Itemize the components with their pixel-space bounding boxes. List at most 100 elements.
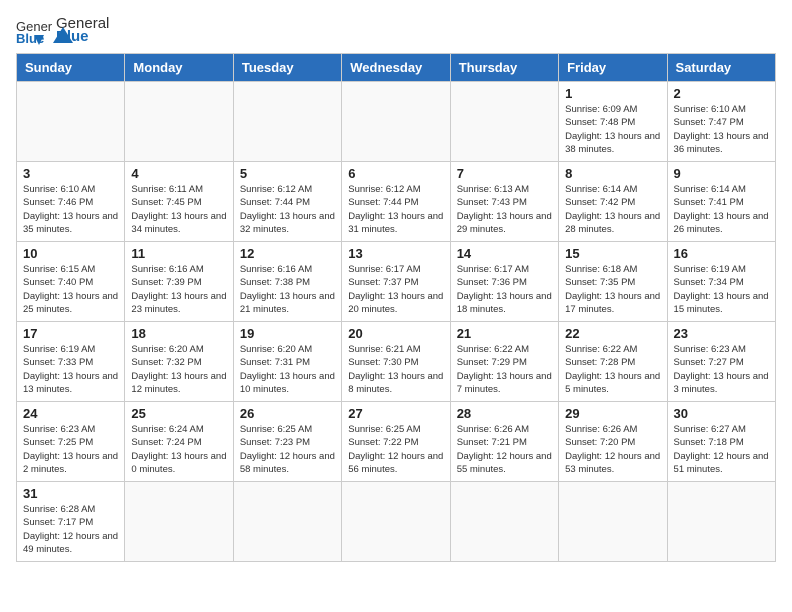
calendar-cell: 6Sunrise: 6:12 AM Sunset: 7:44 PM Daylig… xyxy=(342,162,450,242)
calendar-cell: 2 Sunrise: 6:10 AM Sunset: 7:47 PM Daylig… xyxy=(667,82,775,162)
day-info: Sunrise: 6:12 AM Sunset: 7:44 PM Dayligh… xyxy=(240,183,335,236)
calendar-cell: 28Sunrise: 6:26 AM Sunset: 7:21 PM Dayli… xyxy=(450,402,558,482)
week-row-2: 10Sunrise: 6:15 AM Sunset: 7:40 PM Dayli… xyxy=(17,242,776,322)
calendar-cell: 15Sunrise: 6:18 AM Sunset: 7:35 PM Dayli… xyxy=(559,242,667,322)
day-number: 31 xyxy=(23,486,118,501)
day-number: 25 xyxy=(131,406,226,421)
logo-icon: General Blue xyxy=(16,17,52,45)
calendar-cell: 4Sunrise: 6:11 AM Sunset: 7:45 PM Daylig… xyxy=(125,162,233,242)
calendar-cell: 20 Sunrise: 6:21 AM Sunset: 7:30 PM Dayli… xyxy=(342,322,450,402)
day-info: Sunrise: 6:23 AM Sunset: 7:27 PM Dayligh… xyxy=(674,343,769,396)
logo-triangle xyxy=(53,25,73,45)
calendar-cell: 31Sunrise: 6:28 AM Sunset: 7:17 PM Dayli… xyxy=(17,482,125,562)
day-info: Sunrise: 6:15 AM Sunset: 7:40 PM Dayligh… xyxy=(23,263,118,316)
day-info: Sunrise: 6:22 AM Sunset: 7:28 PM Dayligh… xyxy=(565,343,660,396)
calendar-cell: 25Sunrise: 6:24 AM Sunset: 7:24 PM Dayli… xyxy=(125,402,233,482)
day-info: Sunrise: 6:19 AM Sunset: 7:34 PM Dayligh… xyxy=(674,263,769,316)
day-info: Sunrise: 6:14 AM Sunset: 7:41 PM Dayligh… xyxy=(674,183,769,236)
calendar-cell: 26Sunrise: 6:25 AM Sunset: 7:23 PM Dayli… xyxy=(233,402,341,482)
day-number: 5 xyxy=(240,166,335,181)
calendar-cell xyxy=(233,482,341,562)
day-number: 16 xyxy=(674,246,769,261)
calendar-cell: 17Sunrise: 6:19 AM Sunset: 7:33 PM Dayli… xyxy=(17,322,125,402)
day-number: 9 xyxy=(674,166,769,181)
day-info: Sunrise: 6:20 AM Sunset: 7:32 PM Dayligh… xyxy=(131,343,226,396)
day-number: 29 xyxy=(565,406,660,421)
calendar-cell: 12 Sunrise: 6:16 AM Sunset: 7:38 PM Dayli… xyxy=(233,242,341,322)
week-row-0: 1Sunrise: 6:09 AM Sunset: 7:48 PM Daylig… xyxy=(17,82,776,162)
calendar-cell xyxy=(125,482,233,562)
day-number: 22 xyxy=(565,326,660,341)
day-info: Sunrise: 6:10 AM Sunset: 7:46 PM Dayligh… xyxy=(23,183,118,236)
day-info: Sunrise: 6:21 AM Sunset: 7:30 PM Dayligh… xyxy=(348,343,443,396)
day-info: Sunrise: 6:16 AM Sunset: 7:39 PM Dayligh… xyxy=(131,263,226,316)
calendar-cell: 14 Sunrise: 6:17 AM Sunset: 7:36 PM Dayli… xyxy=(450,242,558,322)
day-number: 20 xyxy=(348,326,443,341)
day-number: 11 xyxy=(131,246,226,261)
calendar-cell xyxy=(125,82,233,162)
day-number: 24 xyxy=(23,406,118,421)
week-row-5: 31Sunrise: 6:28 AM Sunset: 7:17 PM Dayli… xyxy=(17,482,776,562)
calendar-cell xyxy=(559,482,667,562)
day-number: 2 xyxy=(674,86,769,101)
day-info: Sunrise: 6:26 AM Sunset: 7:20 PM Dayligh… xyxy=(565,423,660,476)
calendar-cell: 24 Sunrise: 6:23 AM Sunset: 7:25 PM Dayli… xyxy=(17,402,125,482)
day-number: 6 xyxy=(348,166,443,181)
day-number: 28 xyxy=(457,406,552,421)
calendar-cell: 21Sunrise: 6:22 AM Sunset: 7:29 PM Dayli… xyxy=(450,322,558,402)
calendar-cell: 8 Sunrise: 6:14 AM Sunset: 7:42 PM Daylig… xyxy=(559,162,667,242)
calendar-cell: 27 Sunrise: 6:25 AM Sunset: 7:22 PM Dayli… xyxy=(342,402,450,482)
day-number: 30 xyxy=(674,406,769,421)
day-info: Sunrise: 6:27 AM Sunset: 7:18 PM Dayligh… xyxy=(674,423,769,476)
week-row-1: 3 Sunrise: 6:10 AM Sunset: 7:46 PM Daylig… xyxy=(17,162,776,242)
calendar-cell: 1Sunrise: 6:09 AM Sunset: 7:48 PM Daylig… xyxy=(559,82,667,162)
day-info: Sunrise: 6:18 AM Sunset: 7:35 PM Dayligh… xyxy=(565,263,660,316)
day-number: 8 xyxy=(565,166,660,181)
day-info: Sunrise: 6:14 AM Sunset: 7:42 PM Dayligh… xyxy=(565,183,660,236)
header: General Blue General Blue xyxy=(16,16,776,45)
calendar-cell xyxy=(667,482,775,562)
day-info: Sunrise: 6:22 AM Sunset: 7:29 PM Dayligh… xyxy=(457,343,552,396)
day-info: Sunrise: 6:17 AM Sunset: 7:36 PM Dayligh… xyxy=(457,263,552,316)
calendar-cell xyxy=(342,482,450,562)
calendar-cell: 9 Sunrise: 6:14 AM Sunset: 7:41 PM Daylig… xyxy=(667,162,775,242)
calendar-cell xyxy=(450,482,558,562)
calendar-cell: 23 Sunrise: 6:23 AM Sunset: 7:27 PM Dayli… xyxy=(667,322,775,402)
weekday-friday: Friday xyxy=(559,54,667,82)
calendar-cell: 30 Sunrise: 6:27 AM Sunset: 7:18 PM Dayli… xyxy=(667,402,775,482)
day-number: 7 xyxy=(457,166,552,181)
calendar-cell xyxy=(450,82,558,162)
calendar-cell: 11 Sunrise: 6:16 AM Sunset: 7:39 PM Dayli… xyxy=(125,242,233,322)
weekday-wednesday: Wednesday xyxy=(342,54,450,82)
calendar-cell xyxy=(17,82,125,162)
calendar-cell: 10Sunrise: 6:15 AM Sunset: 7:40 PM Dayli… xyxy=(17,242,125,322)
calendar-cell: 16 Sunrise: 6:19 AM Sunset: 7:34 PM Dayli… xyxy=(667,242,775,322)
day-number: 14 xyxy=(457,246,552,261)
day-info: Sunrise: 6:25 AM Sunset: 7:23 PM Dayligh… xyxy=(240,423,335,476)
weekday-tuesday: Tuesday xyxy=(233,54,341,82)
calendar-cell: 7Sunrise: 6:13 AM Sunset: 7:43 PM Daylig… xyxy=(450,162,558,242)
logo: General Blue General Blue xyxy=(16,16,73,45)
calendar-cell: 29 Sunrise: 6:26 AM Sunset: 7:20 PM Dayli… xyxy=(559,402,667,482)
day-number: 23 xyxy=(674,326,769,341)
day-info: Sunrise: 6:10 AM Sunset: 7:47 PM Dayligh… xyxy=(674,103,769,156)
day-info: Sunrise: 6:11 AM Sunset: 7:45 PM Dayligh… xyxy=(131,183,226,236)
calendar-cell: 13Sunrise: 6:17 AM Sunset: 7:37 PM Dayli… xyxy=(342,242,450,322)
day-info: Sunrise: 6:25 AM Sunset: 7:22 PM Dayligh… xyxy=(348,423,443,476)
calendar-cell xyxy=(342,82,450,162)
week-row-4: 24 Sunrise: 6:23 AM Sunset: 7:25 PM Dayli… xyxy=(17,402,776,482)
day-number: 12 xyxy=(240,246,335,261)
day-info: Sunrise: 6:09 AM Sunset: 7:48 PM Dayligh… xyxy=(565,103,660,156)
day-number: 13 xyxy=(348,246,443,261)
day-info: Sunrise: 6:16 AM Sunset: 7:38 PM Dayligh… xyxy=(240,263,335,316)
weekday-thursday: Thursday xyxy=(450,54,558,82)
day-info: Sunrise: 6:23 AM Sunset: 7:25 PM Dayligh… xyxy=(23,423,118,476)
svg-text:Blue: Blue xyxy=(16,31,44,45)
day-number: 3 xyxy=(23,166,118,181)
calendar-cell: 18 Sunrise: 6:20 AM Sunset: 7:32 PM Dayli… xyxy=(125,322,233,402)
day-info: Sunrise: 6:20 AM Sunset: 7:31 PM Dayligh… xyxy=(240,343,335,396)
day-number: 27 xyxy=(348,406,443,421)
calendar-cell: 3 Sunrise: 6:10 AM Sunset: 7:46 PM Daylig… xyxy=(17,162,125,242)
day-number: 17 xyxy=(23,326,118,341)
day-number: 18 xyxy=(131,326,226,341)
